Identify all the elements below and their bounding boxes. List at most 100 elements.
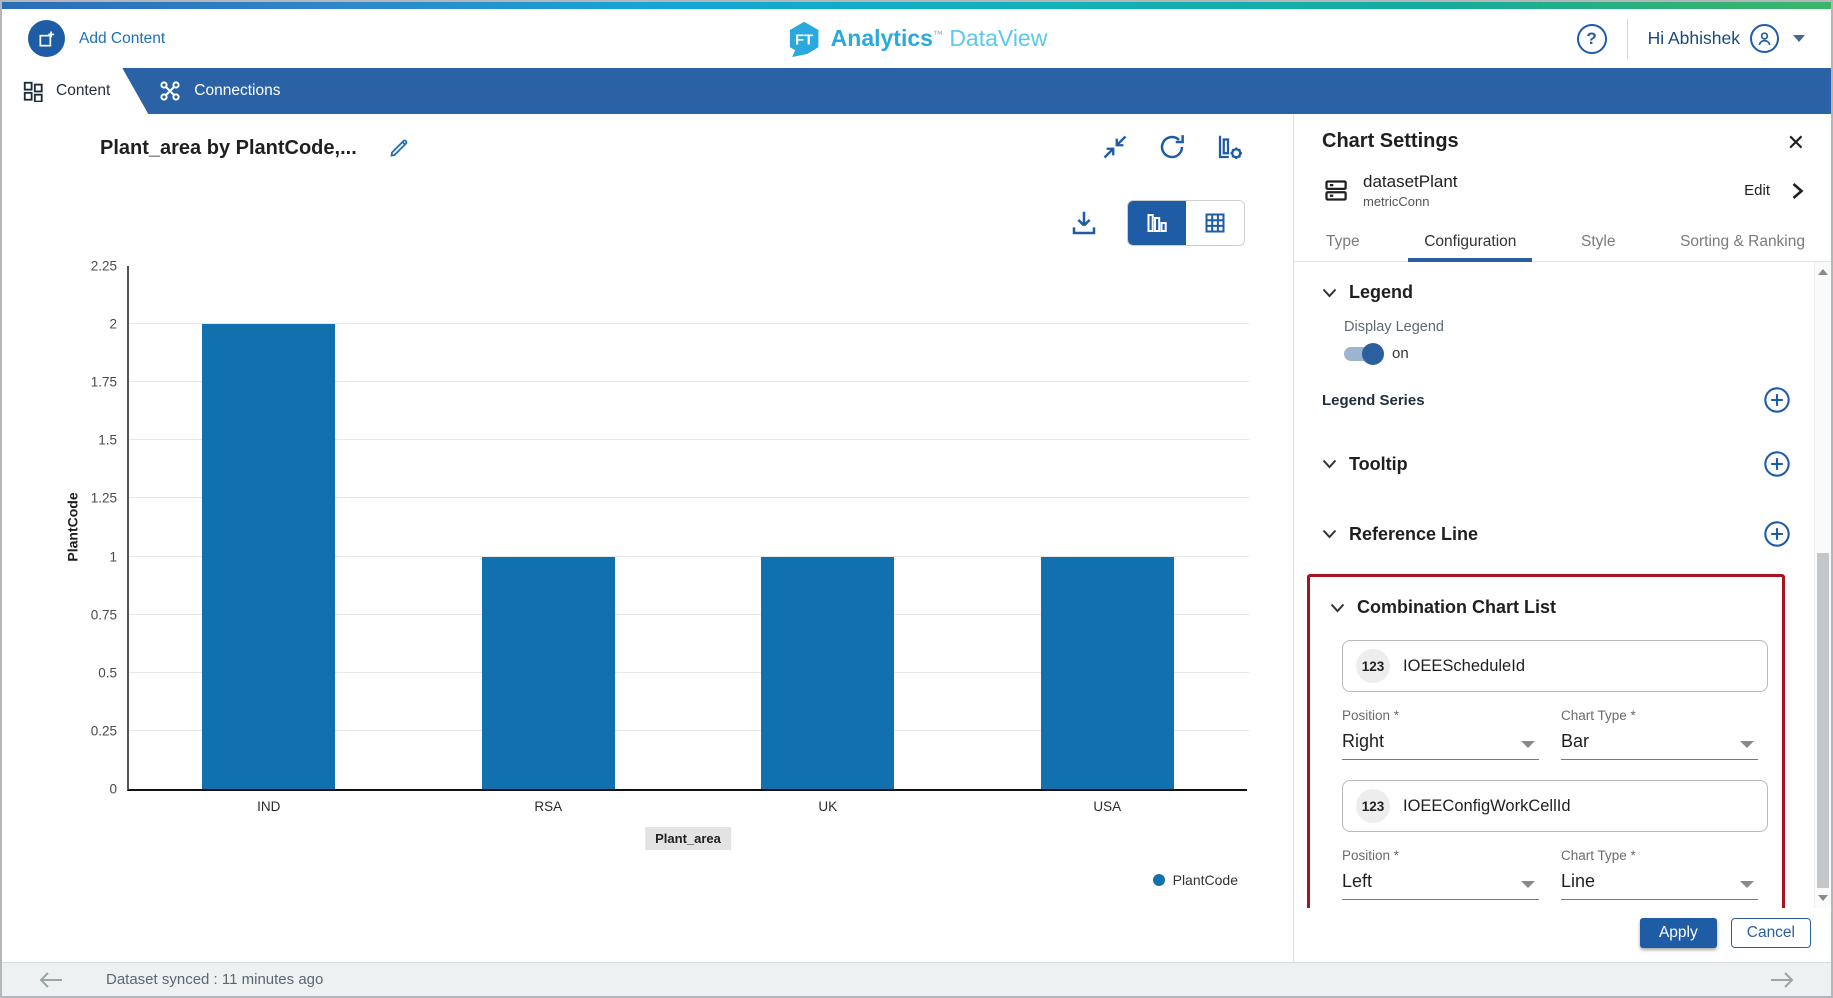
view-toggle-group bbox=[1127, 200, 1245, 246]
legend-section-header[interactable]: Legend bbox=[1322, 282, 1791, 303]
panel-title: Chart Settings bbox=[1322, 130, 1459, 153]
tab-connections-label: Connections bbox=[194, 82, 280, 100]
combination-field-1[interactable]: 123 IOEEScheduleId bbox=[1342, 640, 1768, 692]
chart-type-label: Chart Type * bbox=[1561, 848, 1758, 863]
tab-content[interactable]: Content bbox=[2, 68, 148, 114]
add-content-label: Add Content bbox=[79, 30, 165, 48]
user-menu[interactable]: Hi Abhishek bbox=[1648, 24, 1805, 53]
reference-line-section-header[interactable]: Reference Line bbox=[1322, 524, 1478, 545]
y-tick-label: 2 bbox=[57, 317, 117, 332]
add-tooltip-icon[interactable] bbox=[1763, 450, 1791, 478]
y-tick-label: 2.25 bbox=[57, 259, 117, 274]
chart-type-select-2[interactable]: Chart Type * Line bbox=[1561, 848, 1758, 900]
bar-USA[interactable] bbox=[1041, 557, 1174, 789]
y-tick-label: 1.75 bbox=[57, 375, 117, 390]
chart-region: Plant_area by PlantCode,... bbox=[2, 114, 1294, 962]
chart-type-select-1[interactable]: Chart Type * Bar bbox=[1561, 708, 1758, 760]
help-icon[interactable]: ? bbox=[1577, 24, 1607, 54]
tab-configuration[interactable]: Configuration bbox=[1420, 225, 1520, 261]
download-icon[interactable] bbox=[1069, 208, 1099, 238]
user-caret-down-icon bbox=[1793, 35, 1805, 42]
position-select-1[interactable]: Position * Right bbox=[1342, 708, 1539, 760]
chevron-right-icon bbox=[1790, 182, 1805, 200]
bar-RSA[interactable] bbox=[482, 557, 615, 789]
bar-chart: PlantCode Plant_area 00.250.50.7511.251.… bbox=[2, 264, 1293, 962]
tab-type[interactable]: Type bbox=[1322, 225, 1364, 261]
tooltip-section-header[interactable]: Tooltip bbox=[1322, 454, 1408, 475]
dropdown-caret-icon bbox=[1740, 881, 1754, 888]
position-select-2[interactable]: Position * Left bbox=[1342, 848, 1539, 900]
bar-IND[interactable] bbox=[202, 324, 335, 789]
dataset-sync-status: Dataset synced : 11 minutes ago bbox=[106, 971, 323, 988]
add-content-button[interactable]: Add Content bbox=[28, 20, 165, 57]
field-name: IOEEConfigWorkCellId bbox=[1403, 797, 1571, 816]
cancel-button[interactable]: Cancel bbox=[1731, 918, 1811, 948]
scroll-down-icon[interactable] bbox=[1815, 890, 1831, 906]
dropdown-caret-icon bbox=[1521, 741, 1535, 748]
x-tick-label: UK bbox=[818, 799, 837, 814]
bar-chart-icon bbox=[1145, 211, 1169, 235]
position-value: Left bbox=[1342, 871, 1372, 892]
dataset-name: datasetPlant bbox=[1363, 172, 1458, 192]
forward-arrow-icon[interactable] bbox=[1769, 969, 1795, 991]
chart-settings-icon[interactable] bbox=[1215, 132, 1245, 162]
brand-gradient-bar bbox=[2, 2, 1831, 9]
add-content-icon bbox=[28, 20, 65, 57]
settings-tab-bar: Type Configuration Style Sorting & Ranki… bbox=[1294, 225, 1831, 262]
collapse-icon[interactable] bbox=[1101, 133, 1129, 161]
table-grid-icon bbox=[1203, 211, 1227, 235]
legend-section-title: Legend bbox=[1349, 282, 1413, 303]
x-tick-label: USA bbox=[1093, 799, 1121, 814]
chart-settings-panel: Chart Settings ✕ datasetPlant metricConn… bbox=[1294, 114, 1831, 962]
user-avatar-icon bbox=[1750, 24, 1779, 53]
panel-scrollbar[interactable] bbox=[1814, 262, 1831, 908]
edit-title-pencil-icon[interactable] bbox=[387, 136, 411, 160]
combination-section-header[interactable]: Combination Chart List bbox=[1330, 597, 1760, 618]
content-grid-icon bbox=[22, 80, 44, 102]
main-tab-bar: Content Connections bbox=[2, 68, 1831, 114]
add-reference-line-icon[interactable] bbox=[1763, 520, 1791, 548]
table-view-button[interactable] bbox=[1186, 201, 1244, 245]
app-window: Add Content FT Analytics™ DataView ? Hi … bbox=[0, 0, 1833, 998]
settings-scroll-area: Legend Display Legend on Legend Series bbox=[1294, 262, 1831, 908]
y-tick-label: 1.25 bbox=[57, 491, 117, 506]
close-icon[interactable]: ✕ bbox=[1787, 132, 1805, 154]
position-value: Right bbox=[1342, 731, 1384, 752]
combination-chart-list-highlight: Combination Chart List 123 IOEEScheduleI… bbox=[1307, 574, 1785, 908]
back-arrow-icon[interactable] bbox=[38, 969, 64, 991]
add-legend-series-icon[interactable] bbox=[1763, 386, 1791, 414]
chart-legend: PlantCode bbox=[1153, 872, 1238, 888]
legend-dot-icon bbox=[1153, 874, 1165, 886]
app-header: Add Content FT Analytics™ DataView ? Hi … bbox=[2, 9, 1831, 68]
tab-connections[interactable]: Connections bbox=[148, 68, 304, 114]
toggle-state-label: on bbox=[1392, 345, 1409, 362]
numeric-type-badge: 123 bbox=[1356, 649, 1390, 683]
refresh-icon[interactable] bbox=[1157, 132, 1187, 162]
combination-section-title: Combination Chart List bbox=[1357, 597, 1556, 618]
combination-field-2[interactable]: 123 IOEEConfigWorkCellId bbox=[1342, 780, 1768, 832]
brand-tm: ™ bbox=[933, 29, 943, 40]
tab-style[interactable]: Style bbox=[1577, 225, 1619, 261]
bar-UK[interactable] bbox=[761, 557, 894, 789]
x-axis-title: Plant_area bbox=[645, 827, 731, 850]
edit-link-label: Edit bbox=[1744, 182, 1770, 199]
display-legend-label: Display Legend bbox=[1344, 319, 1791, 335]
dataset-connection: metricConn bbox=[1363, 194, 1458, 209]
brand-dataview: DataView bbox=[949, 25, 1047, 51]
tab-sorting-ranking[interactable]: Sorting & Ranking bbox=[1676, 225, 1809, 261]
scrollbar-thumb[interactable] bbox=[1817, 553, 1829, 888]
y-tick-label: 1.5 bbox=[57, 433, 117, 448]
chart-type-value: Line bbox=[1561, 871, 1595, 892]
dataset-row: datasetPlant metricConn Edit bbox=[1322, 172, 1805, 209]
reference-line-section-title: Reference Line bbox=[1349, 524, 1478, 545]
field-name: IOEEScheduleId bbox=[1403, 657, 1525, 676]
position-label: Position * bbox=[1342, 848, 1539, 863]
dataset-edit-button[interactable]: Edit bbox=[1744, 182, 1805, 200]
position-label: Position * bbox=[1342, 708, 1539, 723]
scroll-up-icon[interactable] bbox=[1815, 264, 1831, 280]
bar-chart-view-button[interactable] bbox=[1128, 201, 1186, 245]
apply-button[interactable]: Apply bbox=[1640, 918, 1717, 948]
app-logo: FT Analytics™ DataView bbox=[786, 21, 1048, 57]
display-legend-toggle[interactable] bbox=[1344, 347, 1382, 361]
numeric-type-badge: 123 bbox=[1356, 789, 1390, 823]
